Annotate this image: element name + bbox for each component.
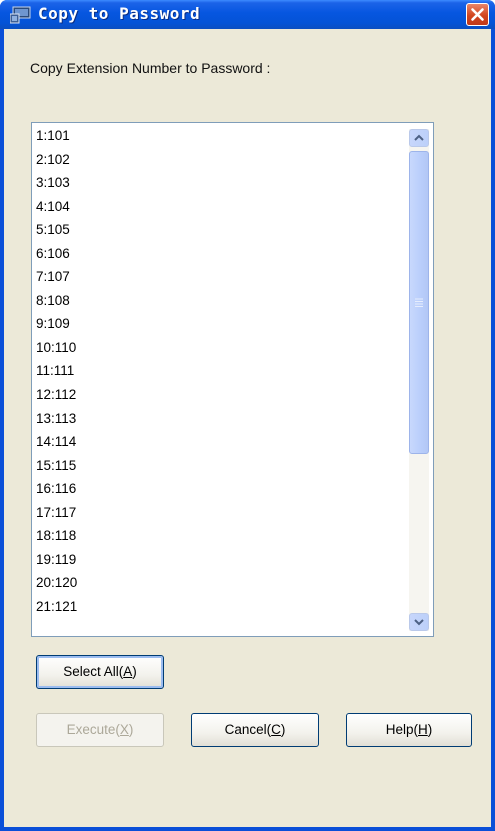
list-item[interactable]: 9:109 xyxy=(35,313,405,337)
list-item[interactable]: 3:103 xyxy=(35,172,405,196)
help-label: Help( xyxy=(385,722,418,737)
select-all-suffix: ) xyxy=(132,664,137,679)
vertical-scrollbar[interactable] xyxy=(409,129,429,631)
execute-mnemonic: X xyxy=(119,722,129,737)
scroll-thumb[interactable] xyxy=(409,151,429,454)
list-item[interactable]: 4:104 xyxy=(35,196,405,220)
list-item[interactable]: 11:111 xyxy=(35,360,405,384)
list-item[interactable]: 14:114 xyxy=(35,431,405,455)
execute-button[interactable]: Execute(X) xyxy=(36,713,164,747)
help-button[interactable]: Help(H) xyxy=(346,713,472,747)
list-item[interactable]: 15:115 xyxy=(35,455,405,479)
close-icon xyxy=(471,8,484,21)
list-item[interactable]: 20:120 xyxy=(35,572,405,596)
list-item[interactable]: 2:102 xyxy=(35,149,405,173)
select-all-label: Select All( xyxy=(63,664,124,679)
list-item[interactable]: 21:121 xyxy=(35,596,405,620)
cancel-button[interactable]: Cancel(C) xyxy=(191,713,319,747)
chevron-up-icon xyxy=(414,134,424,141)
window-title: Copy to Password xyxy=(38,4,201,23)
dialog-window: Copy to Password Copy Extension Number t… xyxy=(0,0,495,831)
list-item[interactable]: 16:116 xyxy=(35,478,405,502)
help-suffix: ) xyxy=(427,722,433,737)
scroll-up-button[interactable] xyxy=(409,129,429,147)
list-item[interactable]: 6:106 xyxy=(35,243,405,267)
list-item[interactable]: 13:113 xyxy=(35,408,405,432)
list-item[interactable]: 8:108 xyxy=(35,290,405,314)
list-item[interactable]: 12:112 xyxy=(35,384,405,408)
extension-listbox[interactable]: 1:101 2:102 3:103 4:104 5:105 6:106 7:107 8:108… xyxy=(31,122,434,637)
cancel-mnemonic: C xyxy=(271,722,281,737)
list-items: 1:101 2:102 3:103 4:104 5:105 6:106 7:107 8:108… xyxy=(35,125,405,619)
list-item[interactable]: 7:107 xyxy=(35,266,405,290)
list-item[interactable]: 19:119 xyxy=(35,549,405,573)
grip-icon xyxy=(415,298,423,307)
list-item[interactable]: 18:118 xyxy=(35,525,405,549)
list-item[interactable]: 17:117 xyxy=(35,502,405,526)
execute-suffix: ) xyxy=(128,722,134,737)
select-all-button[interactable]: Select All(A) xyxy=(36,655,164,689)
execute-label: Execute( xyxy=(66,722,120,737)
application-window-icon xyxy=(10,6,31,24)
title-bar[interactable]: Copy to Password xyxy=(0,0,495,29)
select-all-mnemonic: A xyxy=(123,664,133,679)
close-button[interactable] xyxy=(466,3,489,26)
help-mnemonic: H xyxy=(418,722,428,737)
list-heading: Copy Extension Number to Password : xyxy=(30,60,271,76)
scroll-down-button[interactable] xyxy=(409,613,429,631)
list-item[interactable]: 1:101 xyxy=(35,125,405,149)
chevron-down-icon xyxy=(414,619,424,626)
list-item[interactable]: 5:105 xyxy=(35,219,405,243)
cancel-suffix: ) xyxy=(280,722,286,737)
list-item[interactable]: 10:110 xyxy=(35,337,405,361)
cancel-label: Cancel( xyxy=(224,722,272,737)
